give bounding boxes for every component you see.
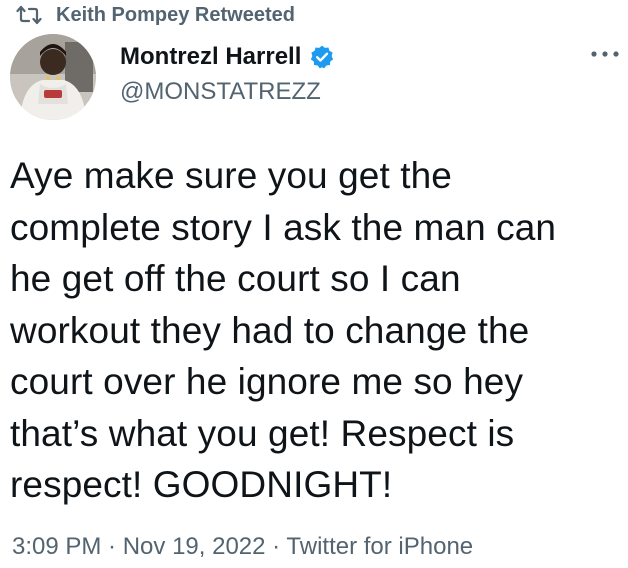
avatar[interactable]: [10, 34, 96, 120]
meta-separator: ·: [265, 533, 287, 560]
tweet-text-line: he get off the court so I can: [10, 258, 461, 299]
tweet-text-line: workout they had to change the: [10, 309, 530, 351]
verified-badge-icon: [309, 44, 335, 70]
tweet-source[interactable]: Twitter for iPhone: [286, 533, 473, 560]
tweet-text-line: complete story I ask the man can: [10, 206, 557, 248]
tweet-text-line: court over he ignore me so hey: [10, 361, 524, 402]
tweet-text-line: that’s what you get! Respect is: [10, 412, 515, 454]
user-handle[interactable]: @MONSTATREZZ: [120, 78, 335, 106]
tweet-date[interactable]: Nov 19, 2022: [123, 533, 266, 560]
tweet-text-line: respect! GOODNIGHT!: [10, 464, 393, 505]
tweet-text-line: Aye make sure you get the: [10, 155, 452, 196]
tweet-author: Montrezl Harrell @MONSTATREZZ: [120, 40, 335, 106]
name-row: Montrezl Harrell: [120, 40, 335, 74]
more-options-button[interactable]: [588, 44, 622, 64]
retweet-label[interactable]: Keith Pompey Retweeted: [56, 4, 295, 27]
meta-separator: ·: [101, 533, 123, 560]
display-name[interactable]: Montrezl Harrell: [120, 43, 301, 71]
tweet-timestamp[interactable]: 3:09 PM: [12, 533, 101, 560]
retweet-icon: [16, 5, 42, 25]
tweet-text: Aye make sure you get the complete story…: [10, 150, 622, 511]
more-icon: [590, 45, 620, 63]
retweet-header: Keith Pompey Retweeted: [16, 2, 295, 28]
tweet-metadata: 3:09 PM · Nov 19, 2022 · Twitter for iPh…: [12, 533, 473, 561]
